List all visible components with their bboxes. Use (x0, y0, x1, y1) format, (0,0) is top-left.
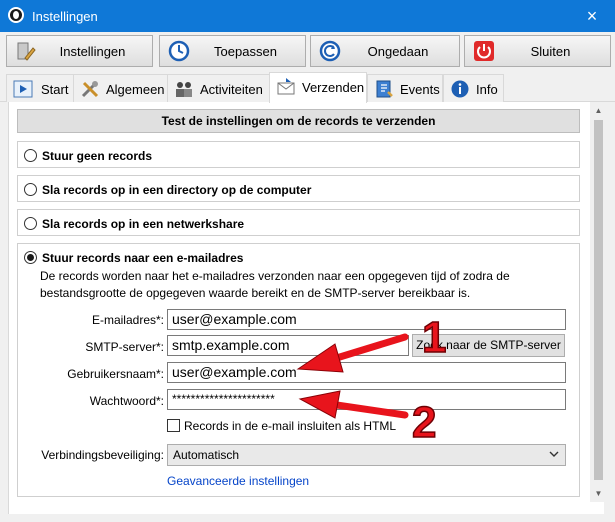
apply-button[interactable]: Toepassen (159, 35, 306, 67)
password-field[interactable]: ********************** (167, 389, 566, 410)
app-icon (8, 7, 24, 23)
settings-button[interactable]: Instellingen (6, 35, 153, 67)
notebook-icon (376, 80, 393, 98)
vertical-scrollbar[interactable]: ▲ ▼ (590, 102, 607, 502)
radio-directory[interactable] (24, 183, 37, 196)
close-button[interactable]: Sluiten (464, 35, 611, 67)
tab-events[interactable]: Events (367, 74, 443, 102)
security-label: Verbindingsbeveiliging: (41, 448, 164, 462)
chevron-down-icon (549, 451, 559, 457)
html-checkbox-label: Records in de e-mail insluiten als HTML (184, 419, 397, 433)
tab-start[interactable]: Start (6, 74, 74, 102)
toolbar: Instellingen Toepassen Ongedaan Sluiten (0, 32, 615, 72)
scroll-thumb[interactable] (594, 120, 603, 480)
title-bar: Instellingen × (0, 0, 615, 32)
option-no-records[interactable]: Stuur geen records (17, 141, 580, 168)
info-icon (451, 80, 469, 98)
people-icon (176, 82, 192, 97)
password-label: Wachtwoord*: (89, 394, 164, 408)
tools-icon (81, 81, 99, 98)
undo-button[interactable]: Ongedaan (310, 35, 460, 67)
scroll-down-icon[interactable]: ▼ (590, 485, 607, 502)
email-field[interactable]: user@example.com (167, 309, 566, 330)
find-smtp-button[interactable]: Zoek naar de SMTP-server (412, 334, 565, 357)
advanced-settings-link[interactable]: Geavanceerde instellingen (167, 474, 309, 488)
username-field[interactable]: user@example.com (167, 362, 566, 383)
mail-send-icon (277, 78, 295, 95)
tab-send[interactable]: Verzenden (269, 72, 367, 103)
tab-general[interactable]: Algemeen (73, 74, 168, 102)
tab-strip: Start Algemeen Activiteiten Verzenden Ev… (0, 72, 615, 103)
radio-email[interactable] (24, 251, 37, 264)
smtp-label: SMTP-server*: (85, 340, 164, 354)
play-icon (13, 80, 33, 98)
security-select-value: Automatisch (173, 448, 240, 462)
power-icon (474, 41, 494, 61)
tab-activities[interactable]: Activiteiten (167, 74, 270, 102)
window-title: Instellingen (32, 9, 98, 24)
smtp-field[interactable]: smtp.example.com (167, 335, 409, 356)
option-directory[interactable]: Sla records op in een directory op de co… (17, 175, 580, 202)
option-network-share[interactable]: Sla records op in een netwerkshare (17, 209, 580, 236)
tab-info[interactable]: Info (443, 74, 504, 102)
test-settings-button[interactable]: Test de instellingen om de records te ve… (17, 109, 580, 133)
settings-wrench-icon (17, 42, 36, 61)
username-label: Gebruikersnaam*: (67, 367, 164, 381)
email-label: E-mailadres*: (91, 313, 164, 327)
radio-no-records[interactable] (24, 149, 37, 162)
window-close-button[interactable]: × (569, 0, 615, 32)
scroll-up-icon[interactable]: ▲ (590, 102, 607, 119)
undo-icon (319, 40, 341, 62)
radio-network-share[interactable] (24, 217, 37, 230)
security-select[interactable]: Automatisch (167, 444, 566, 466)
clock-check-icon (168, 40, 190, 62)
email-description: De records worden naar het e-mailadres v… (40, 269, 510, 300)
html-checkbox[interactable] (167, 419, 180, 432)
